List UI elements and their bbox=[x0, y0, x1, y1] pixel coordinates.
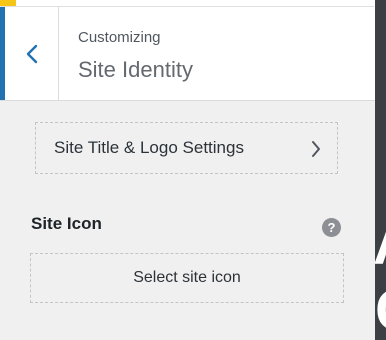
top-strip bbox=[0, 0, 375, 7]
section-header: Customizing Site Identity bbox=[0, 7, 375, 101]
chevron-left-icon bbox=[26, 44, 37, 63]
site-title-logo-settings-button[interactable]: Site Title & Logo Settings bbox=[35, 122, 338, 174]
help-icon[interactable]: ? bbox=[322, 218, 341, 237]
customizer-panel: Customizing Site Identity Site Title & L… bbox=[0, 0, 375, 340]
site-icon-label: Site Icon bbox=[31, 214, 102, 233]
back-button[interactable] bbox=[0, 7, 59, 100]
chevron-right-icon bbox=[312, 141, 320, 157]
preview-glyph-top: A bbox=[375, 216, 386, 274]
header-kicker: Customizing bbox=[78, 29, 161, 46]
section-title: Site Identity bbox=[78, 57, 193, 82]
top-divider bbox=[0, 0, 374, 7]
select-site-icon-button[interactable]: Select site icon bbox=[30, 253, 344, 303]
nav-button-label: Site Title & Logo Settings bbox=[54, 138, 244, 157]
preview-glyph-bottom: G bbox=[375, 282, 386, 340]
admin-bar-accent bbox=[0, 0, 16, 6]
site-preview: A G bbox=[375, 0, 386, 340]
